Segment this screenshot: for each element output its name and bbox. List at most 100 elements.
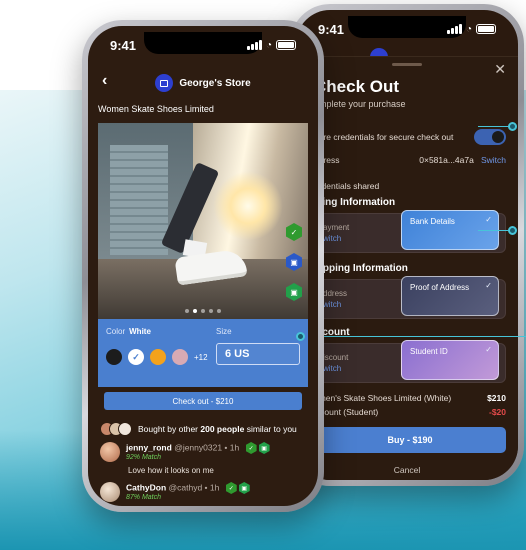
- bought-suffix: similar to you: [246, 424, 297, 434]
- avatar-stack: [100, 422, 132, 436]
- reviewer-handle: @jenny0321 • 1h: [174, 442, 240, 453]
- payment-label: ayment: [323, 223, 350, 232]
- wifi-icon: ◔: [265, 39, 272, 51]
- review-comment: Love how it looks on me: [128, 466, 214, 475]
- product-screen: 9:41 ◔ ‹ George's Store Women Skate Shoe…: [88, 26, 318, 506]
- billing-box[interactable]: ayment witch Bank Details ✓: [314, 210, 506, 253]
- match-score: 92% Match: [126, 454, 162, 461]
- color-value: White: [129, 327, 151, 336]
- checkout-sheet: ✕ Check Out omplete your purchase hare c…: [296, 56, 518, 480]
- swatch-white[interactable]: ✓: [128, 349, 144, 365]
- status-time: 9:41: [110, 37, 137, 53]
- billing-heading: illing Information: [314, 197, 396, 208]
- address-switch-link[interactable]: Switch: [481, 155, 506, 165]
- shipping-heading: hipping Information: [314, 263, 408, 274]
- swatch-orange[interactable]: [150, 349, 166, 365]
- shipping-box[interactable]: ddress witch Proof of Address ✓: [314, 276, 506, 319]
- store-badge-icon[interactable]: ▣: [286, 253, 302, 271]
- more-colors[interactable]: +12: [194, 353, 208, 362]
- student-id-card[interactable]: Student ID ✓: [401, 340, 499, 380]
- share-credentials-label: hare credentials for secure check out: [314, 132, 454, 142]
- status-time: 9:41: [318, 21, 345, 37]
- bought-count: 200 people: [200, 424, 245, 434]
- student-id-label: Student ID: [410, 347, 448, 356]
- store-name: George's Store: [179, 77, 251, 89]
- cancel-button[interactable]: Cancel: [296, 465, 518, 475]
- address-value: 0×581a...4a7a: [419, 155, 474, 165]
- bank-details-label: Bank Details: [410, 217, 455, 226]
- bought-prefix: Bought by other: [138, 424, 199, 434]
- reviewer-name[interactable]: CathyDon: [126, 482, 166, 492]
- status-bar: 9:41 ◔: [296, 20, 518, 38]
- signal-icon: [446, 24, 462, 34]
- discount-box[interactable]: iscount witch Student ID ✓: [314, 340, 506, 383]
- proof-of-address-label: Proof of Address: [410, 283, 470, 292]
- size-input[interactable]: 6 US: [216, 343, 300, 365]
- color-label: Color White: [106, 327, 151, 336]
- battery-icon: [476, 24, 496, 34]
- color-swatches: ✓ +12: [106, 349, 208, 365]
- address-field-label: ddress: [323, 289, 348, 298]
- product-options: Color White ✓ +12 Size 6 US: [98, 319, 308, 387]
- checkout-title: Check Out: [314, 77, 400, 96]
- discount-field-label: iscount: [323, 353, 349, 362]
- share-credentials-row: hare credentials for secure check out: [314, 129, 506, 145]
- badge-stack: ✓ ▣ ▣: [286, 223, 302, 301]
- callout-dot: [508, 226, 517, 235]
- wifi-icon: ◔: [465, 23, 472, 35]
- discount-line-value: -$20: [488, 407, 506, 417]
- line-item-label: omen's Skate Shoes Limited (White): [314, 393, 452, 403]
- swatch-black[interactable]: [106, 349, 122, 365]
- store-icon: [155, 74, 174, 92]
- sheet-handle[interactable]: [392, 63, 422, 66]
- store-badge-icon[interactable]: ▣: [286, 283, 302, 301]
- callout-dot: [296, 332, 305, 341]
- payment-switch-link[interactable]: witch: [323, 233, 349, 244]
- signal-icon: [246, 40, 262, 50]
- avatar[interactable]: [100, 482, 120, 502]
- social-proof: Bought by other 200 people similar to yo…: [100, 422, 308, 436]
- discount-switch-link[interactable]: witch: [323, 363, 348, 374]
- review-item[interactable]: jenny_rond @jenny0321 • 1h ✓ ▣ 92% Match: [100, 442, 308, 462]
- match-score: 87% Match: [126, 494, 162, 501]
- verified-check-icon: ✓: [225, 482, 237, 494]
- size-label: Size: [216, 327, 232, 336]
- check-icon: ✓: [485, 345, 492, 354]
- check-icon: ✓: [485, 281, 492, 290]
- product-phone: 9:41 ◔ ‹ George's Store Women Skate Shoe…: [82, 20, 324, 512]
- product-title: Women Skate Shoes Limited: [98, 104, 214, 114]
- checkout-button[interactable]: Check out - $210: [104, 392, 302, 410]
- share-credentials-toggle[interactable]: [474, 129, 506, 145]
- reviewer-name[interactable]: jenny_rond: [126, 442, 172, 452]
- reviewer-handle: @cathyd • 1h: [168, 482, 220, 493]
- store-header[interactable]: George's Store: [88, 70, 318, 96]
- credentials-shared-row: redentials shared: [314, 181, 506, 191]
- buy-button[interactable]: Buy - $190: [314, 427, 506, 453]
- review-item[interactable]: CathyDon @cathyd • 1h ✓ ▣ 87% Match: [100, 482, 308, 502]
- check-icon: ✓: [485, 215, 492, 224]
- battery-icon: [276, 40, 296, 50]
- store-badge-icon: ▣: [238, 482, 250, 494]
- callout-line: [300, 336, 526, 337]
- callout-dot: [508, 122, 517, 131]
- proof-of-address-card[interactable]: Proof of Address ✓: [401, 276, 499, 316]
- store-badge-icon: ▣: [258, 442, 270, 454]
- line-item-value: $210: [487, 393, 506, 403]
- close-icon[interactable]: ✕: [494, 61, 506, 78]
- swatch-pink[interactable]: [172, 349, 188, 365]
- checkout-phone: 9:41 ◔ ✕ Check Out omplete your purchase…: [290, 4, 524, 486]
- status-bar: 9:41 ◔: [88, 36, 318, 54]
- product-photo[interactable]: ✓ ▣ ▣: [98, 123, 308, 319]
- callout-line: [478, 126, 512, 127]
- checkout-subtitle: omplete your purchase: [314, 99, 406, 109]
- avatar[interactable]: [100, 442, 120, 462]
- verified-check-icon: ✓: [245, 442, 257, 454]
- address-row: ddress 0×581a...4a7a Switch: [314, 155, 506, 165]
- verified-check-icon[interactable]: ✓: [286, 223, 302, 241]
- callout-line: [478, 230, 512, 231]
- line-item-row: omen's Skate Shoes Limited (White) $210: [314, 393, 506, 403]
- discount-line-row: iscount (Student) -$20: [314, 407, 506, 417]
- checkout-screen: 9:41 ◔ ✕ Check Out omplete your purchase…: [296, 10, 518, 480]
- carousel-dots[interactable]: [185, 309, 221, 313]
- address-switch-link-2[interactable]: witch: [323, 299, 347, 310]
